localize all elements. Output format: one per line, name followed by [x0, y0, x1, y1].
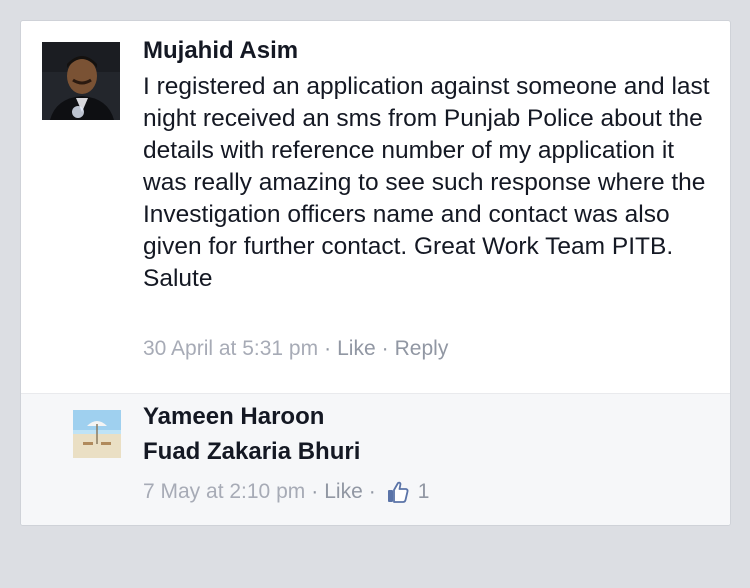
separator: ·	[311, 480, 319, 503]
avatar[interactable]	[42, 42, 120, 120]
separator: ·	[324, 337, 332, 360]
beach-photo	[73, 410, 121, 458]
reply-meta: 7 May at 2:10 pm · Like · 1	[143, 480, 429, 504]
separator: ·	[381, 337, 389, 360]
comment-card: Mujahid Asim I registered an application…	[20, 20, 731, 526]
reply-like-button[interactable]: Like	[324, 480, 363, 504]
tagged-name[interactable]: Fuad Zakaria Bhuri	[143, 438, 360, 466]
comment-timestamp[interactable]: 30 April at 5:31 pm	[143, 337, 318, 361]
comment-text: I registered an application against some…	[143, 73, 710, 292]
comment-meta: 30 April at 5:31 pm · Like · Reply	[143, 337, 448, 361]
like-button[interactable]: Like	[337, 337, 376, 361]
thumbs-up-icon[interactable]	[386, 480, 410, 504]
reply-button[interactable]: Reply	[395, 337, 449, 361]
profile-photo	[42, 42, 120, 120]
reply-section: Yameen Haroon Fuad Zakaria Bhuri 7 May a…	[21, 393, 730, 525]
reply-author-name[interactable]: Yameen Haroon	[143, 403, 324, 431]
comment-author-name[interactable]: Mujahid Asim	[143, 37, 298, 65]
reply-avatar[interactable]	[73, 410, 121, 458]
separator: ·	[368, 480, 376, 503]
reply-timestamp[interactable]: 7 May at 2:10 pm	[143, 480, 305, 504]
like-count[interactable]: 1	[418, 480, 430, 504]
